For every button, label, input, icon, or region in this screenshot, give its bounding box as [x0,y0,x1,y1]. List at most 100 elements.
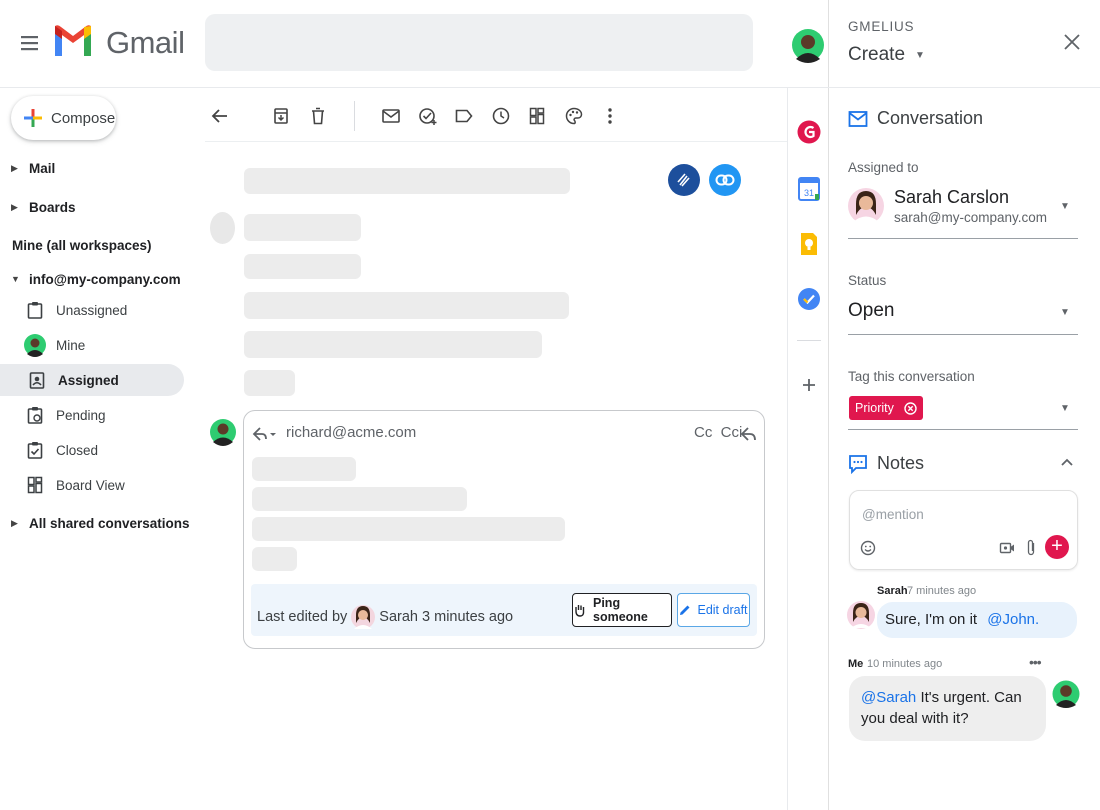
main-menu-icon[interactable] [18,32,42,54]
nav-mail-label: Mail [29,160,56,176]
status-dropdown-icon[interactable]: ▼ [1060,307,1070,318]
nav-mine-all[interactable]: Mine (all workspaces) [12,230,152,260]
tag-underline [848,429,1078,430]
conversation-title: Conversation [877,108,984,128]
priority-tag[interactable]: Priority [849,396,923,420]
create-label: Create [848,44,906,65]
notes-title: Notes [877,453,925,473]
search-bar[interactable] [205,14,753,71]
snooze-icon[interactable] [488,103,514,129]
comment-mention[interactable]: @John. [987,611,1039,628]
notes-section-title: Notes [848,453,924,474]
add-addon-icon[interactable] [797,372,821,398]
link-icon[interactable] [709,164,741,196]
board-icon [24,474,46,496]
ping-someone-button[interactable]: Ping someone [572,593,672,627]
video-icon[interactable] [999,540,1015,556]
close-icon[interactable] [1062,32,1082,52]
comment-bubble: Sure, I'm on it @John. [877,602,1077,638]
compose-button[interactable]: Compose [11,96,116,140]
cc-bcc-links[interactable]: Cc Cci [694,424,742,441]
pencil-icon [679,604,691,616]
draft-text-placeholder [252,457,356,481]
edit-draft-button[interactable]: Edit draft [677,593,750,627]
last-edited-info: Last edited by Sarah 3 minutes ago [257,601,513,633]
nav-mail[interactable]: ▶ Mail [0,153,55,183]
text-placeholder [244,292,569,319]
more-vert-icon[interactable] [597,103,623,129]
account-avatar[interactable] [791,25,825,65]
gmelius-icon[interactable] [797,119,821,145]
google-tasks-icon[interactable] [797,286,821,312]
nav-item-closed[interactable]: Closed [24,434,184,466]
nav-boards-label: Boards [29,199,76,215]
assignee-email: sarah@my-company.com [894,210,1047,225]
gmail-logo[interactable] [52,22,94,60]
nav-account[interactable]: ▼ info@my-company.com [0,264,181,294]
status-label: Status [848,273,887,288]
status-select[interactable]: Open [848,300,894,322]
add-note-button[interactable]: + [1045,535,1069,559]
chevron-up-icon[interactable] [1060,456,1074,468]
comment-author: Me [848,658,864,670]
text-placeholder [244,214,361,241]
caret-right-icon: ▶ [11,517,18,528]
palette-icon[interactable] [561,103,587,129]
nav-item-pending[interactable]: Pending [24,399,184,431]
svg-text:31: 31 [804,188,814,198]
avatar [351,601,376,633]
caret-down-icon: ▼ [915,49,925,61]
assigned-icon [26,369,48,391]
nav-item-mine[interactable]: Mine [24,329,184,361]
text-placeholder [244,254,361,279]
toolbar-separator [205,141,787,142]
google-calendar-icon[interactable]: 31 [797,176,821,202]
reply-icon[interactable] [740,424,758,444]
nav-item-board-view[interactable]: Board View [24,469,184,501]
nav-mine-all-label: Mine (all workspaces) [12,237,152,253]
tag-label: Tag this conversation [848,369,975,384]
nav-all-shared[interactable]: ▶ All shared conversations [0,508,190,538]
reply-type-icon[interactable] [251,424,279,444]
draft-text-placeholder [252,487,467,511]
reply-recipient[interactable]: richard@acme.com [286,424,416,441]
create-dropdown[interactable]: Create ▼ [848,44,925,66]
subject-placeholder [244,168,570,194]
nav-account-label: info@my-company.com [29,271,181,287]
last-edited-suffix: Sarah 3 minutes ago [379,609,514,625]
gmelius-share-icon[interactable] [668,164,700,196]
delete-icon[interactable] [305,103,331,129]
comment-bubble: @Sarah It's urgent. Can you deal with it… [849,676,1046,741]
back-icon[interactable] [207,103,233,129]
board-icon[interactable] [524,103,550,129]
nav-item-label: Board View [56,477,125,493]
google-keep-icon[interactable] [797,231,821,257]
add-task-icon[interactable] [415,103,441,129]
nav-item-label: Assigned [58,372,119,388]
assignee-underline [848,238,1078,239]
assignee-avatar [848,184,884,228]
comment-mention[interactable]: @Sarah [861,689,916,706]
more-horiz-icon[interactable]: ••• [1029,654,1042,670]
assignee-dropdown-icon[interactable]: ▼ [1060,201,1070,212]
note-input[interactable]: @mention [862,507,924,522]
ping-label: Ping someone [593,596,648,624]
rail-divider [787,88,788,810]
nav-item-assigned[interactable]: Assigned [0,364,184,396]
pending-icon [24,404,46,426]
archive-icon[interactable] [268,103,294,129]
attachment-icon[interactable] [1025,539,1037,557]
note-input-box[interactable] [849,490,1078,570]
emoji-icon[interactable] [860,540,876,556]
toolbar-divider [354,101,355,131]
closed-icon [24,439,46,461]
nav-boards[interactable]: ▶ Boards [0,192,76,222]
compose-label: Compose [51,109,116,127]
remove-tag-icon[interactable] [904,401,917,415]
nav-item-unassigned[interactable]: Unassigned [24,294,184,326]
assignee-name: Sarah Carslon [894,187,1010,207]
tag-dropdown-icon[interactable]: ▼ [1060,403,1070,414]
mark-unread-icon[interactable] [378,103,404,129]
label-icon[interactable] [451,103,477,129]
nav-item-label: Pending [56,407,106,423]
